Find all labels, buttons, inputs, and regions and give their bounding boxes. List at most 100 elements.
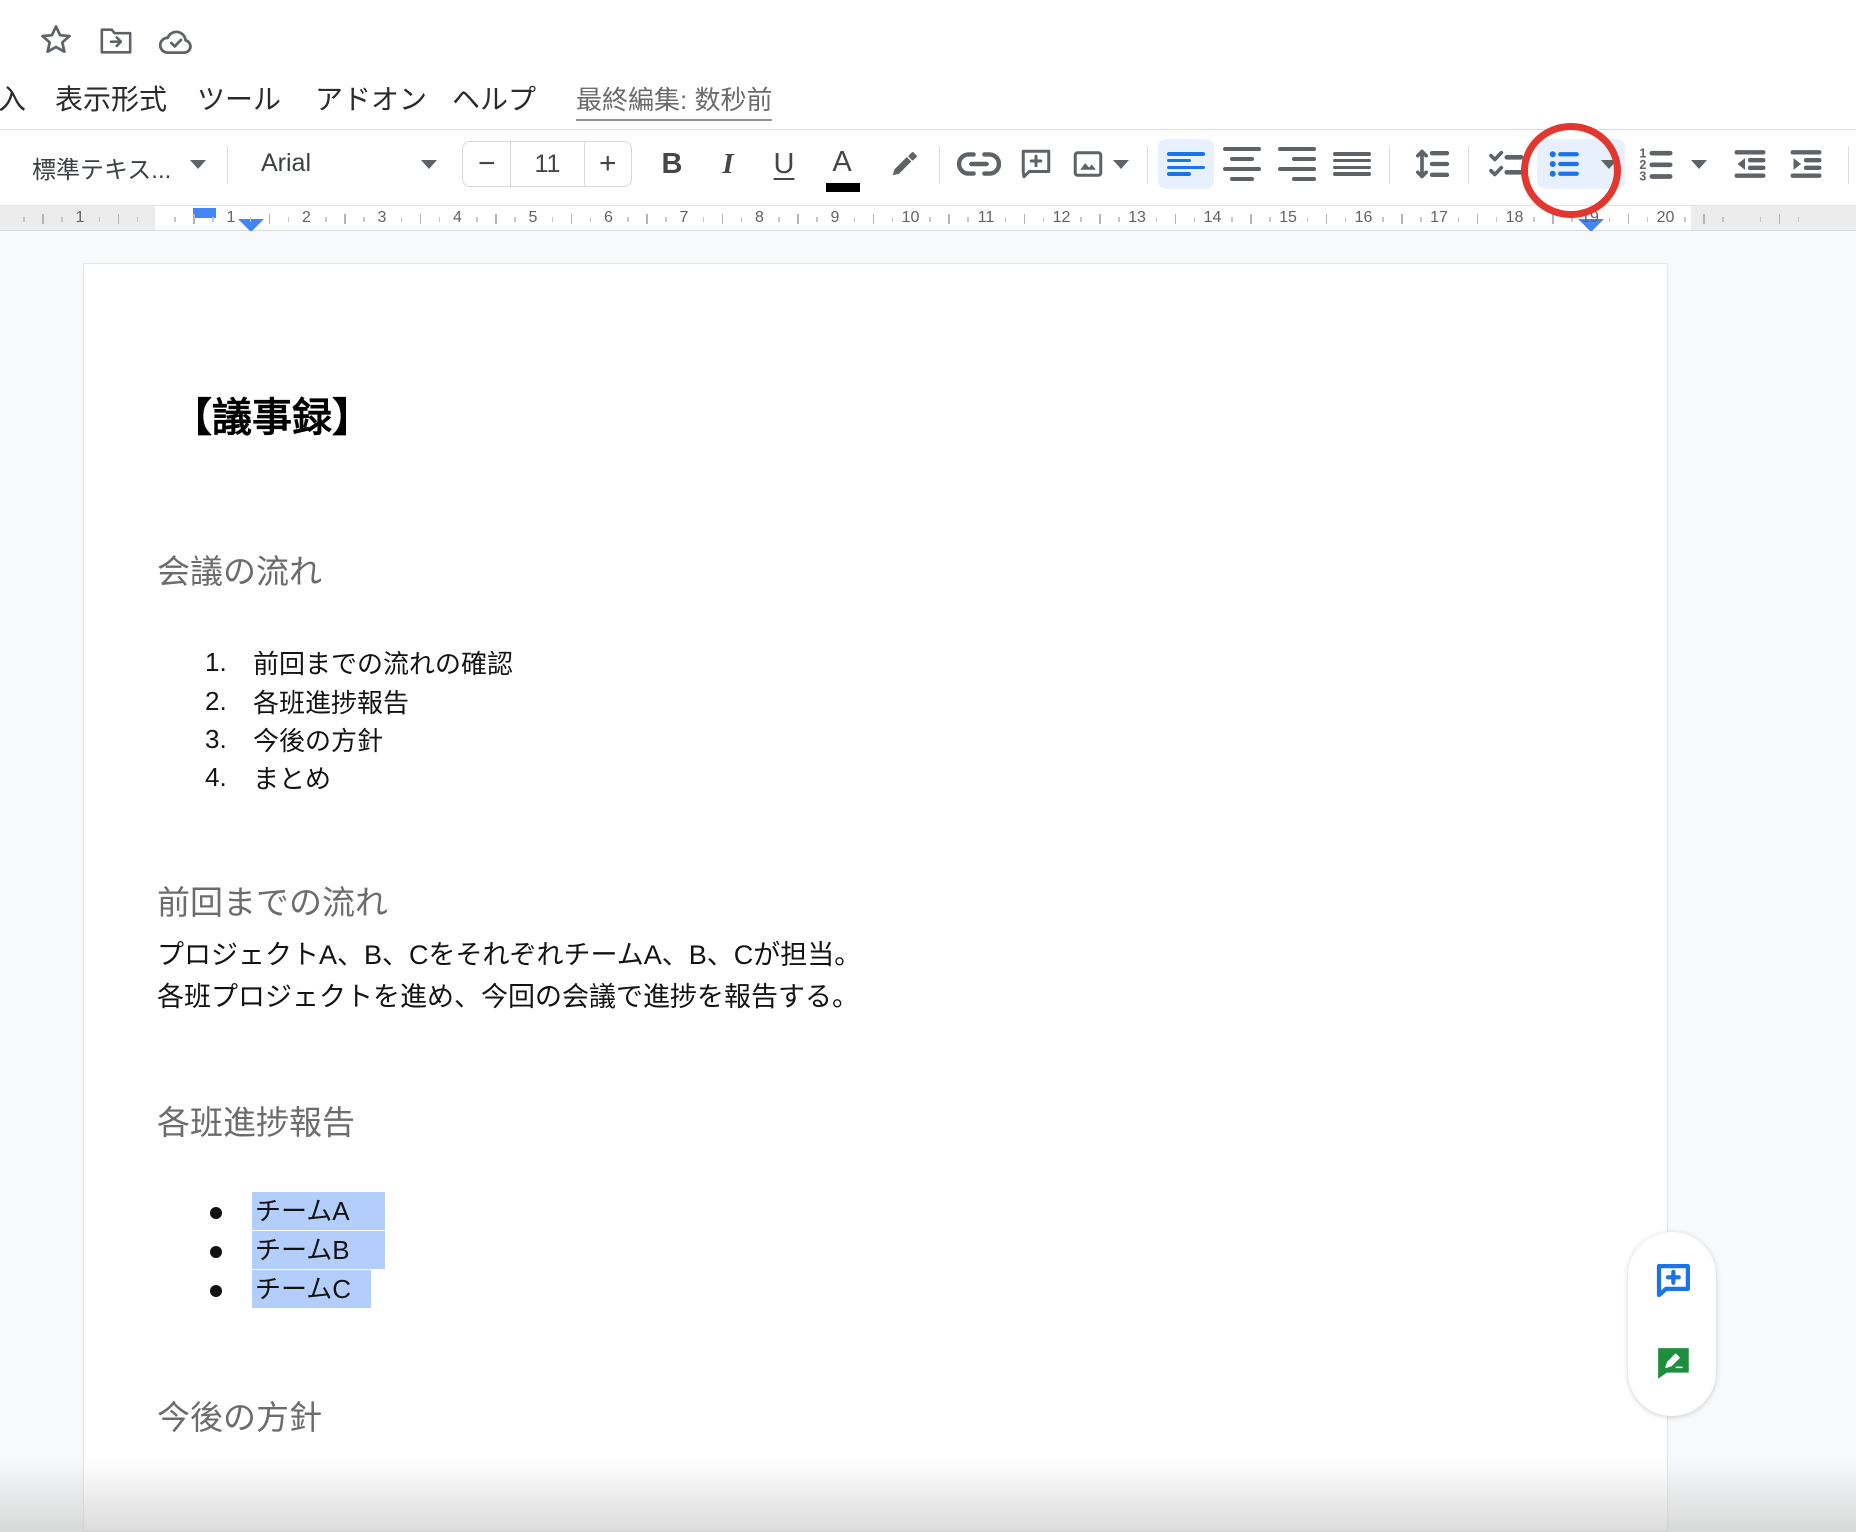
bold-icon: B [662,148,683,181]
ruler-tick [797,214,799,224]
ruler-tick [1250,214,1252,224]
heading-meeting-flow: 会議の流れ [157,545,322,593]
add-comment-icon[interactable] [1652,1260,1694,1302]
insert-image-button[interactable] [1068,144,1108,184]
ruler-tick [627,217,629,222]
ruler-tick [1533,217,1535,222]
ruler-tick [571,214,573,224]
ruler-tick [1175,214,1177,224]
increase-indent-icon [1786,144,1826,184]
star-icon[interactable] [38,22,74,58]
ruler-number: 2 [302,209,311,227]
ruler-tick [1798,217,1800,222]
ordered-list-item: 1. 前回までの流れの確認 [205,643,513,682]
numbered-list-icon: 1 2 3 [1636,144,1676,184]
move-folder-icon[interactable] [99,26,133,56]
paragraph-line: 各班プロジェクトを進め、今回の会議で進捗を報告する。 [157,975,859,1014]
text-color-icon: A [832,146,851,179]
chevron-down-icon [421,160,437,169]
selected-text: チームA [252,1192,385,1230]
menu-insert-truncated[interactable]: 入 [0,78,26,118]
text-color-button[interactable]: A [820,140,864,184]
ruler-tick [1043,217,1045,222]
underline-button[interactable]: U [762,142,806,186]
ruler-tick [118,214,120,224]
ruler-tick [1477,214,1479,224]
font-dropdown[interactable]: Arial [240,140,450,188]
ruler-tick [854,217,856,222]
ruler-tick [1382,217,1384,222]
numbered-list-button[interactable]: 1 2 3 [1634,142,1678,186]
font-size-input[interactable]: 11 [510,142,584,186]
ruler-tick [1024,214,1026,224]
ruler-tick [1703,214,1705,224]
ruler-tick [1156,217,1158,222]
italic-icon: I [722,148,733,181]
ruler-tick [61,217,63,222]
ruler-tick [42,214,44,224]
align-right-icon [1278,144,1316,184]
image-dropdown-caret[interactable] [1113,160,1129,169]
bullet-dot [210,1246,222,1258]
ruler-number: 4 [453,209,462,227]
numbered-list-caret[interactable] [1691,160,1707,169]
ruler-number: 6 [604,209,613,227]
ruler-tick [174,217,176,222]
ruler-number: 1 [227,209,236,227]
svg-text:3: 3 [1639,170,1646,184]
ruler-tick [439,217,441,222]
heading-future-policy: 今後の方針 [157,1391,322,1439]
selected-text: チームB [252,1231,385,1269]
ruler-tick [1307,217,1309,222]
list-text: 今後の方針 [253,721,383,758]
selected-text: チームC [252,1270,371,1308]
comment-plus-icon [1018,146,1054,182]
list-number: 1. [205,647,253,678]
ruler-number: 5 [529,209,538,227]
align-center-button[interactable] [1218,139,1266,189]
menu-help[interactable]: ヘルプ [452,78,536,118]
menu-addons[interactable]: アドオン [315,78,427,118]
ruler-tick [1118,217,1120,222]
ruler-number: 16 [1355,209,1373,227]
ruler-tick [1005,217,1007,222]
add-comment-button[interactable] [1016,144,1056,184]
ruler-tick [514,217,516,222]
ruler-tick [1760,217,1762,222]
align-right-button[interactable] [1273,139,1321,189]
last-edit-status[interactable]: 最終編集: 数秒前 [576,80,772,121]
highlight-color-button[interactable] [884,144,924,184]
ruler-tick [1080,217,1082,222]
align-justify-button[interactable] [1328,139,1376,189]
ordered-list-item: 2. 各班進捗報告 [205,682,409,721]
checklist-icon [1486,144,1526,184]
decrease-indent-button[interactable] [1728,142,1772,186]
menu-tools[interactable]: ツール [197,78,281,118]
suggest-edits-icon[interactable] [1652,1342,1694,1384]
bullet-dot [210,1285,222,1297]
increase-font-size-button[interactable]: + [585,142,631,186]
insert-link-button[interactable] [955,146,1003,182]
decrease-font-size-button[interactable]: − [463,142,510,186]
ruler-tick [741,217,743,222]
font-value: Arial [261,149,311,178]
align-left-button[interactable] [1158,139,1214,189]
paragraph-style-dropdown[interactable]: 標準テキス... [18,140,218,188]
ruler-number: 14 [1204,209,1222,227]
text-color-swatch [826,183,860,192]
paragraph-line: プロジェクトA、B、CをそれぞれチームA、B、Cが担当。 [157,933,861,972]
ordered-list-item: 3. 今後の方針 [205,720,383,759]
line-spacing-button[interactable] [1410,142,1454,186]
heading-progress-report: 各班進捗報告 [157,1096,355,1144]
cloud-check-icon[interactable] [157,24,195,58]
ruler-tick [1269,217,1271,222]
align-justify-icon [1333,149,1371,179]
increase-indent-button[interactable] [1784,142,1828,186]
ruler-tick [1420,217,1422,222]
doc-title: 【議事録】 [172,385,372,443]
bold-button[interactable]: B [650,142,694,186]
italic-button[interactable]: I [706,142,750,186]
ruler-tick [929,217,931,222]
ruler-number: 11 [978,209,995,227]
menu-format[interactable]: 表示形式 [55,78,167,118]
